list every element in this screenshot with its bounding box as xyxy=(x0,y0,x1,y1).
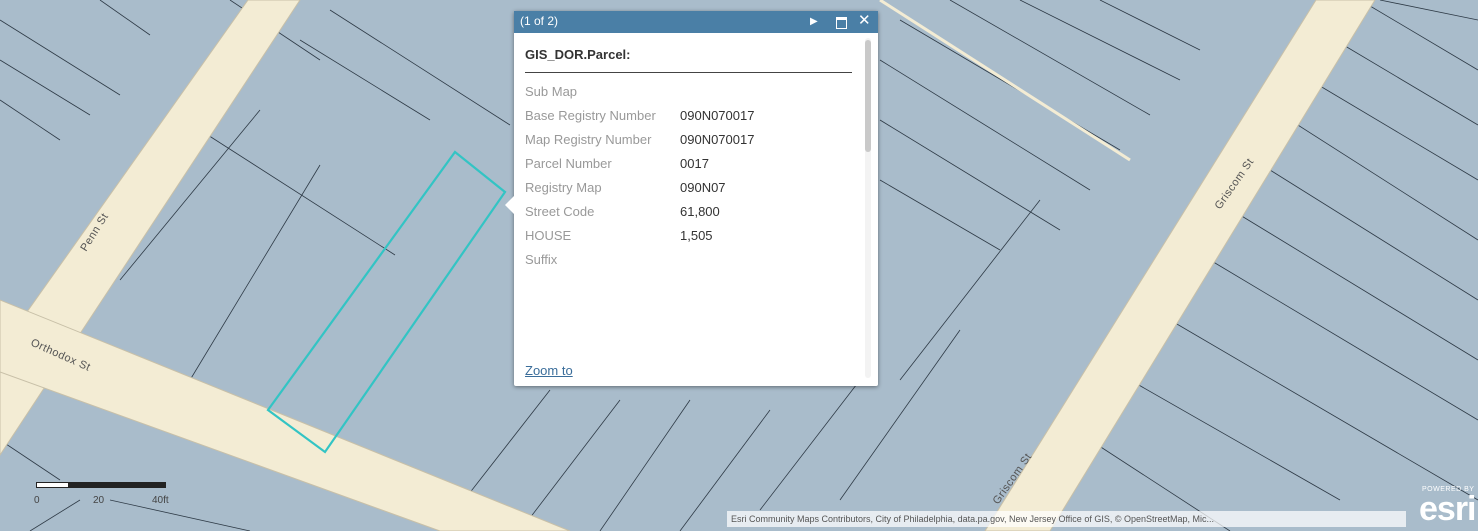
attribute-value: 090N070017 xyxy=(680,108,755,123)
attribute-label: Parcel Number xyxy=(525,156,612,171)
attribute-row: Parcel Number 0017 xyxy=(525,155,855,179)
popup-scrollbar-thumb[interactable] xyxy=(865,40,871,152)
attribute-row: Registry Map 090N07 xyxy=(525,179,855,203)
scale-segment xyxy=(68,482,102,488)
attribute-value: 61,800 xyxy=(680,204,720,219)
attribute-value xyxy=(680,251,855,275)
attribute-label: Map Registry Number xyxy=(525,132,652,147)
play-icon[interactable]: ▶ xyxy=(810,13,818,31)
attribute-row: Base Registry Number 090N070017 xyxy=(525,107,855,131)
close-icon[interactable]: ✕ xyxy=(858,12,871,30)
scale-label-20: 20 xyxy=(93,495,105,506)
attribute-label: Suffix xyxy=(525,252,558,267)
esri-wordmark: esri xyxy=(1419,490,1476,528)
scale-segment xyxy=(36,482,70,488)
maximize-icon[interactable] xyxy=(836,17,847,29)
attribute-label: Street Code xyxy=(525,204,595,219)
attribute-label: Sub Map xyxy=(525,84,578,99)
popup-body: GIS_DOR.Parcel: Sub Map Base Registry Nu… xyxy=(514,33,878,386)
attribute-label: Base Registry Number xyxy=(525,108,656,123)
attribute-value: 1,505 xyxy=(680,228,713,243)
zoom-to-link[interactable]: Zoom to xyxy=(525,363,573,378)
attribute-label: Registry Map xyxy=(525,180,602,195)
scale-segment xyxy=(100,482,166,488)
attribute-value: 090N07 xyxy=(680,180,726,195)
map-attribution[interactable]: Esri Community Maps Contributors, City o… xyxy=(727,511,1406,527)
attribute-value: 090N070017 xyxy=(680,132,755,147)
scale-bar xyxy=(36,482,166,492)
attribute-row: Map Registry Number 090N070017 xyxy=(525,131,855,155)
attribute-row: Sub Map xyxy=(525,83,855,107)
attribute-value: 0017 xyxy=(680,156,709,171)
attribute-label: HOUSE xyxy=(525,228,572,243)
scale-label-0: 0 xyxy=(34,495,40,506)
attribute-row: HOUSE 1,505 xyxy=(525,227,855,251)
esri-logo[interactable]: POWERED BY esri xyxy=(1417,486,1476,528)
popup-header: (1 of 2) ▶ ✕ xyxy=(514,11,878,33)
scale-label-40ft: 40ft xyxy=(152,495,169,506)
attribute-row: Street Code 61,800 xyxy=(525,203,855,227)
popup-pointer xyxy=(505,196,514,214)
parcel-popup: (1 of 2) ▶ ✕ GIS_DOR.Parcel: Sub Map Bas… xyxy=(505,11,878,386)
attribute-row: Suffix xyxy=(525,251,855,275)
attribute-value xyxy=(680,83,855,107)
popup-count: (1 of 2) xyxy=(520,14,559,28)
attribute-table: Sub Map Base Registry Number 090N070017 … xyxy=(525,83,855,275)
popup-title: GIS_DOR.Parcel: xyxy=(525,47,631,62)
popup-divider xyxy=(525,72,852,73)
